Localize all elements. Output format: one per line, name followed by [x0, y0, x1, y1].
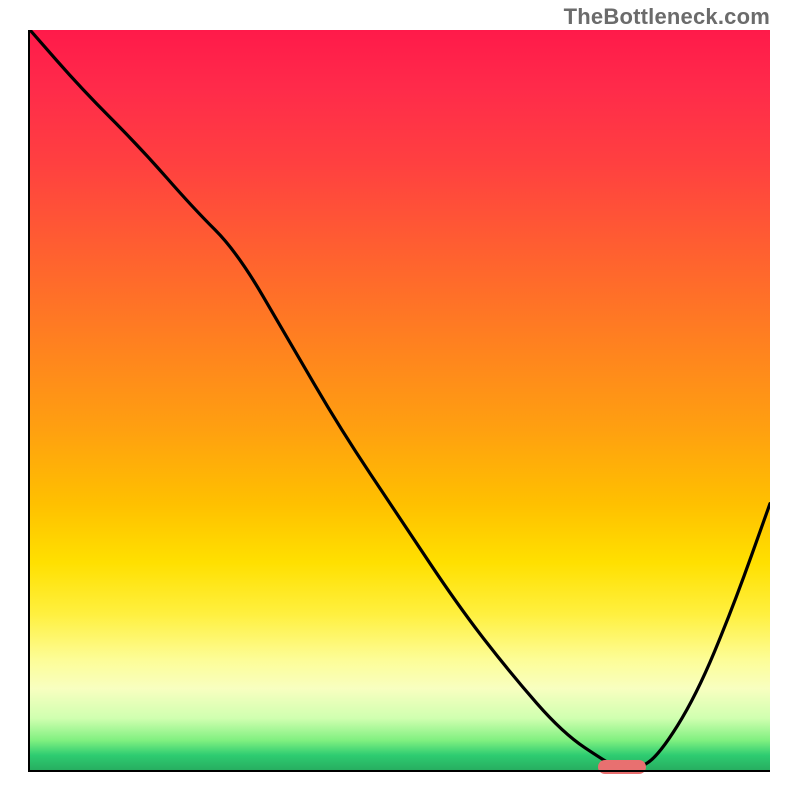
watermark-text: TheBottleneck.com [564, 4, 770, 30]
x-axis [30, 770, 770, 772]
curve-svg [30, 30, 770, 770]
bottleneck-curve-line [30, 30, 770, 770]
y-axis [28, 30, 30, 772]
plot-area [30, 30, 770, 770]
bottleneck-chart: TheBottleneck.com [0, 0, 800, 800]
